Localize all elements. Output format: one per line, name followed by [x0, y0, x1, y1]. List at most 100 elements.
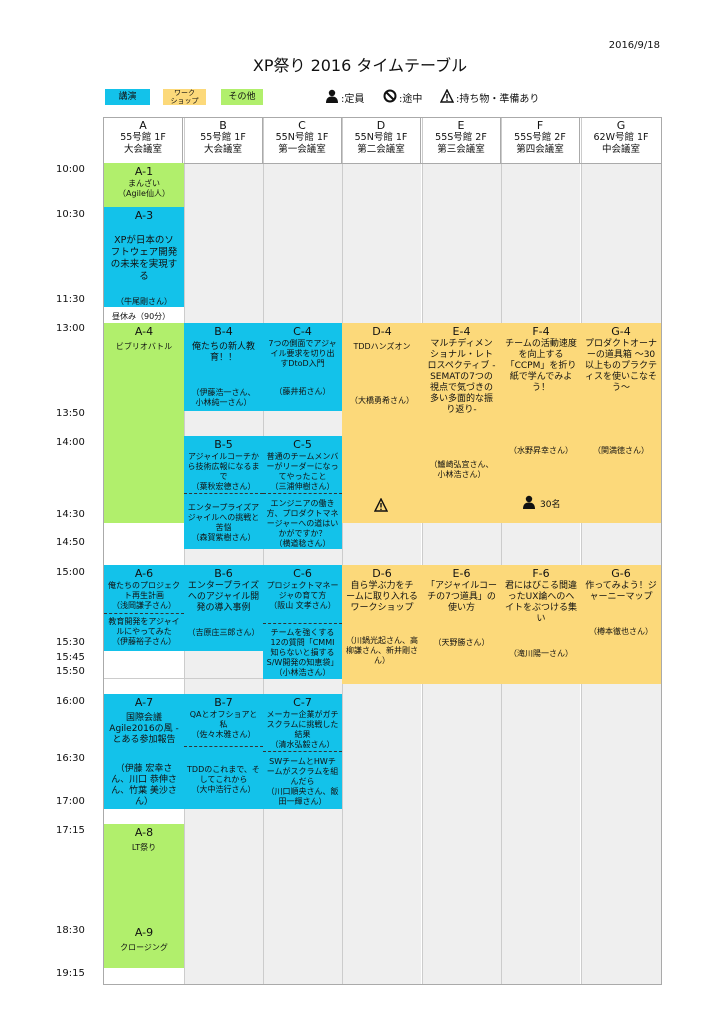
grid-line [104, 163, 661, 164]
session-C7b: SWチームとHWチームがスクラムを組んだら （川口順央さん、飯田一輝さん） [263, 751, 342, 809]
time-label: 17:15 [56, 825, 85, 836]
session-title: SWチームとHWチームがスクラムを組んだら [266, 757, 339, 786]
session-G6: G-6 作ってみよう！ジャーニーマップ （樽本徹也さん） [581, 565, 661, 684]
legend-workshop: ワーク ショップ [163, 89, 206, 105]
column-header: G 62W号館 1F 中会議室 [581, 118, 661, 163]
column-room: 大会議室 [203, 144, 242, 155]
grid-line [501, 118, 502, 984]
warning-icon [440, 89, 454, 103]
session-speaker: （天野勝さん） [433, 638, 490, 647]
session-code: B-5 [214, 438, 233, 451]
column-building: 55S号館 2F [435, 132, 487, 143]
session-title: 国際会議Agile2016の風 - とある参加報告 [109, 713, 179, 745]
session-speaker: （浅岡謙子さん） [112, 601, 176, 610]
time-label: 10:30 [56, 209, 85, 220]
column-header: B 55号館 1F 大会議室 [184, 118, 263, 163]
session-title: ビブリオバトル [115, 342, 173, 351]
column-room: 大会議室 [123, 144, 162, 155]
session-C4: C-4 7つの側面でアジャイル要求を切り出すDtoD入門 （藤井拓さん） [263, 323, 342, 411]
session-code: D-4 [372, 325, 392, 338]
session-code: D-6 [372, 567, 392, 580]
session-speaker: （吉原庄三郎さん） [187, 628, 260, 637]
page-title: XP祭り 2016 タイムテーブル [252, 56, 468, 75]
session-title: TDDハンズオン [353, 342, 411, 351]
session-A7: A-7 国際会議Agile2016の風 - とある参加報告 （伊藤 宏幸さん、川口 … [104, 694, 184, 809]
time-label: 15:30 [56, 637, 85, 648]
column-room: 中会議室 [601, 144, 640, 155]
column-letter: G [616, 119, 626, 132]
session-speaker: （小林浩さん） [274, 668, 331, 677]
session-code: C-6 [293, 567, 312, 580]
session-speaker: （大橋勇希さん） [350, 396, 414, 405]
session-G4: G-4 プロダクトオーナーの道具箱 〜30以上ものプラクティスを使いこなそう〜 （関… [581, 323, 661, 523]
legend-lecture: 講演 [105, 89, 150, 105]
column-building: 55N号館 1F [354, 132, 408, 143]
session-C6b: チームを強くする12の質問「CMMI 知らないと損するS/W開発の知恵袋」 （小林… [263, 623, 342, 679]
session-speaker: （川鍋光起さん、高柳謙さん、新井剛さん） [346, 636, 418, 665]
session-speaker: （阪山 文孝さん） [269, 601, 336, 610]
session-speaker: （伊藤 宏幸さん、川口 恭伸さん、竹葉 美沙さん） [111, 764, 177, 807]
session-A6b: 教育開発をアジャイルにやってみた （伊藤裕子さん） [104, 613, 184, 651]
column-building: 55号館 1F [200, 132, 246, 143]
grid-line [422, 118, 423, 984]
grid-line [184, 118, 185, 984]
session-C5b: エンジニアの働き方、プロダクトマネージャーへの道はいかがですか？ （横道稔さん） [263, 493, 342, 549]
session-speaker: （鱸崎弘宜さん、小林浩さん） [429, 460, 494, 479]
time-label: 14:50 [56, 537, 85, 548]
column-building: 55N号館 1F [275, 132, 329, 143]
session-A4: A-4 ビブリオバトル [104, 323, 184, 523]
session-code: E-6 [452, 567, 471, 580]
grid-line [342, 118, 343, 984]
session-code: B-6 [214, 567, 233, 580]
column-letter: E [457, 119, 465, 132]
session-speaker: （水野昇幸さん） [509, 446, 573, 455]
session-title: 教育開発をアジャイルにやってみた [108, 617, 180, 636]
column-building: 62W号館 1F [593, 132, 649, 143]
document-date: 2016/9/18 [608, 40, 660, 51]
session-title: プロジェクトマネージャの育て方 [266, 581, 339, 600]
session-C6: C-6 プロジェクトマネージャの育て方 （阪山 文孝さん） [263, 565, 342, 623]
session-code: C-4 [293, 325, 312, 338]
legend-bring: :持ち物・準備あり [456, 94, 540, 105]
session-title: エンタープライズアジャイルへの挑戦と苦悩 [187, 503, 260, 532]
session-title: 普通のチームメンバーがリーダーになってやったこと [266, 452, 339, 481]
session-B7b: TDDのこれまで、そしてこれから （大中浩行さん） [184, 746, 263, 809]
column-header: D 55N号館 1F 第二会議室 [342, 118, 421, 163]
column-letter: F [536, 119, 544, 132]
session-title: 君にはびこる間違ったUX論へのヘイトをぶつける集い [505, 581, 578, 624]
legend-capacity: :定員 [341, 94, 365, 105]
column-letter: D [376, 119, 386, 132]
lunch-break: 昼休み（90分） [112, 312, 171, 321]
session-code: A-1 [134, 165, 154, 178]
session-A3: A-3 XPが日本のソフトウェア開発の未来を実現する （牛尾剛さん） [104, 207, 184, 307]
session-title: 俺たちの新人教育！！ [191, 342, 255, 363]
column-letter: B [219, 119, 227, 132]
session-title: マルチディメンショナル・レトロスペクティブ -SEMATの7つの視点で気づきの多… [427, 339, 496, 415]
time-label: 15:45 [56, 652, 85, 663]
session-B6: B-6 エンタープライズへのアジャイル開発の導入事例 （吉原庄三郎さん） [184, 565, 263, 651]
session-code: F-6 [532, 567, 550, 580]
session-code: F-4 [532, 325, 550, 338]
time-label: 11:30 [56, 294, 85, 305]
session-title: LT祭り [131, 843, 157, 852]
session-B7: B-7 QAとオフショアと私 （佐々木雅さん） [184, 694, 263, 746]
session-title: エンジニアの働き方、プロダクトマネージャーへの道はいかがですか？ [266, 499, 339, 538]
capacity-label: 30名 [540, 500, 561, 510]
session-speaker: （森賀紫樹さん） [191, 533, 256, 542]
session-D6: D-6 自ら学ぶ力をチームに取り入れるワークショップ （川鍋光起さん、高柳謙さん、新… [342, 565, 422, 684]
session-title: チームの活動速度を向上する「CCPM」を折り紙で学んでみよう！ [505, 339, 577, 393]
time-label: 13:00 [56, 323, 85, 334]
session-title: 7つの側面でアジャイル要求を切り出すDtoD入門 [268, 339, 337, 368]
no-entry-icon [383, 89, 397, 103]
session-code: A-8 [134, 826, 154, 839]
session-B5b: エンタープライズアジャイルへの挑戦と苦悩 （森賀紫樹さん） [184, 493, 263, 549]
session-F4: F-4 チームの活動速度を向上する「CCPM」を折り紙で学んでみよう！ （水野昇幸さ… [501, 323, 581, 523]
time-label: 18:30 [56, 925, 85, 936]
session-title: 俺たちのプロジェクト再生計画 [108, 581, 180, 600]
session-C7: C-7 メーカー企業がガチスクラムに挑戦した結果 （清水弘毅さん） [263, 694, 342, 751]
time-label: 13:50 [56, 408, 85, 419]
column-header: F 55S号館 2F 第四会議室 [501, 118, 580, 163]
session-speaker: （Agile仙人） [118, 189, 170, 198]
time-label: 15:00 [56, 567, 85, 578]
session-title: 作ってみよう！ジャーニーマップ [585, 581, 657, 602]
